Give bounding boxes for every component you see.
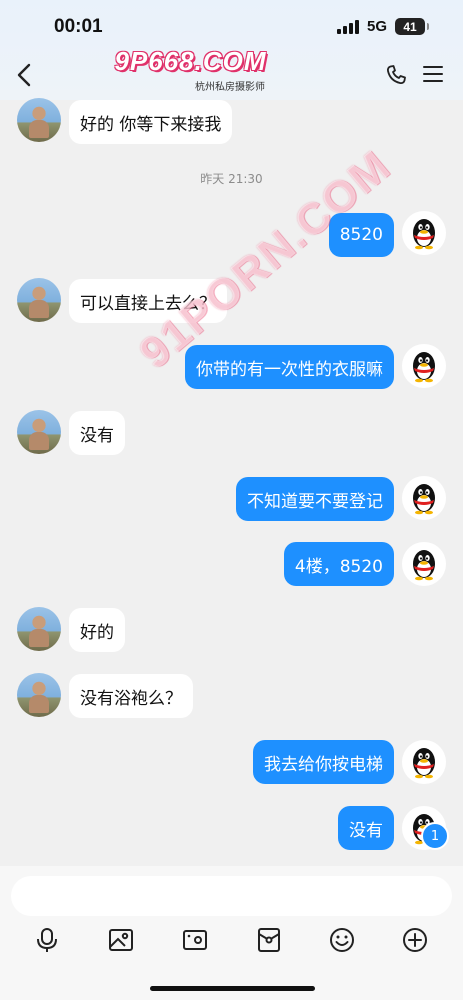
- incoming-message[interactable]: 好的 你等下来接我: [69, 100, 233, 144]
- self-avatar[interactable]: [402, 344, 446, 388]
- home-indicator: [150, 986, 315, 991]
- plus-icon[interactable]: [401, 926, 429, 954]
- video-icon[interactable]: [181, 926, 209, 954]
- signal-icon: [336, 19, 359, 34]
- outgoing-message[interactable]: 不知道要不要登记: [236, 477, 394, 521]
- message-timestamp: 昨天 21:30: [200, 172, 263, 186]
- outgoing-message[interactable]: 4楼，8520: [283, 542, 394, 586]
- outgoing-message[interactable]: 你带的有一次性的衣服嘛: [185, 345, 394, 389]
- penguin-icon: [413, 219, 435, 250]
- contact-avatar[interactable]: [17, 410, 61, 454]
- top-bar: 00:01 5G 41 9P668.COM 杭州私房摄影师: [0, 0, 463, 100]
- emoji-icon[interactable]: [328, 926, 356, 954]
- brand-subtitle: 杭州私房摄影师: [195, 82, 265, 93]
- outgoing-message[interactable]: 8520: [328, 213, 394, 257]
- outgoing-message[interactable]: 没有: [338, 806, 394, 850]
- contact-avatar[interactable]: [17, 607, 61, 651]
- status-time: 00:01: [54, 16, 103, 37]
- self-avatar[interactable]: [402, 476, 446, 520]
- status-indicators: 5G 41: [336, 18, 429, 35]
- self-avatar[interactable]: [402, 740, 446, 784]
- brand-logo: 9P668.COM: [114, 46, 267, 76]
- self-avatar[interactable]: [402, 542, 446, 586]
- penguin-icon: [413, 550, 435, 581]
- message-input[interactable]: [11, 876, 452, 916]
- back-icon[interactable]: [14, 62, 34, 88]
- incoming-message[interactable]: 没有: [69, 411, 125, 455]
- contact-avatar[interactable]: [17, 98, 61, 142]
- self-avatar[interactable]: [402, 211, 446, 255]
- contact-avatar[interactable]: [17, 278, 61, 322]
- outgoing-message[interactable]: 我去给你按电梯: [253, 740, 394, 784]
- penguin-icon: [413, 484, 435, 515]
- phone-icon[interactable]: [384, 63, 408, 87]
- menu-icon[interactable]: [423, 65, 443, 83]
- battery-icon: 41: [395, 18, 429, 35]
- image-icon[interactable]: [107, 926, 135, 954]
- incoming-message[interactable]: 没有浴袍么？: [69, 674, 193, 718]
- network-type: 5G: [366, 18, 387, 35]
- contact-avatar[interactable]: [17, 673, 61, 717]
- battery-level: 41: [403, 19, 417, 34]
- microphone-icon[interactable]: [33, 926, 61, 954]
- red-packet-icon[interactable]: [255, 926, 283, 954]
- unread-badge[interactable]: 1: [421, 822, 449, 850]
- penguin-icon: [413, 352, 435, 383]
- incoming-message[interactable]: 好的: [69, 608, 125, 652]
- incoming-message[interactable]: 可以直接上去么？: [69, 279, 227, 323]
- penguin-icon: [413, 748, 435, 779]
